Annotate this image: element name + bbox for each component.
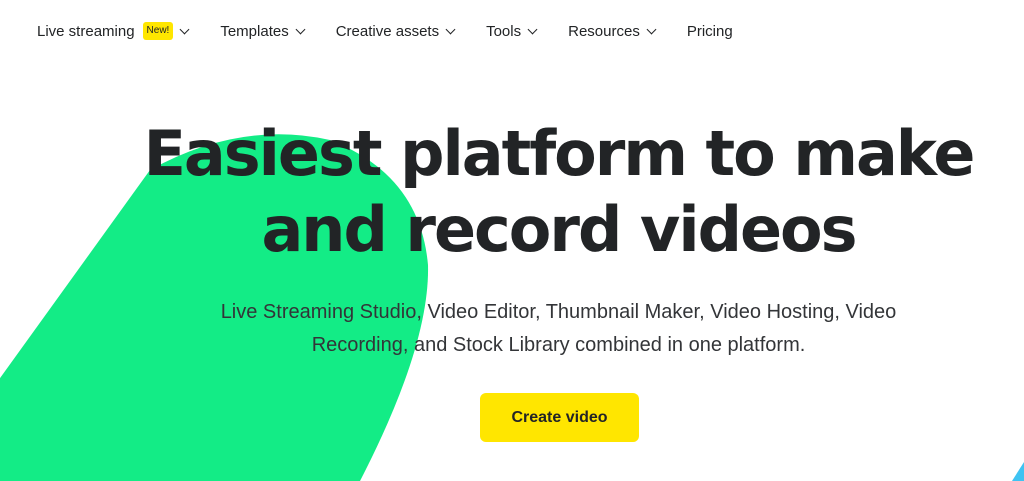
top-navigation: Live streaming New! Templates Creative a… bbox=[0, 0, 1024, 62]
nav-item-pricing[interactable]: Pricing bbox=[687, 23, 733, 40]
chevron-down-icon bbox=[295, 24, 306, 34]
page: Live streaming New! Templates Creative a… bbox=[0, 0, 1024, 481]
new-badge: New! bbox=[142, 22, 174, 40]
nav-item-label: Creative assets bbox=[335, 22, 440, 40]
create-video-button[interactable]: Create video bbox=[480, 393, 639, 442]
nav-item-resources[interactable]: Resources bbox=[568, 22, 657, 40]
nav-item-label: Templates bbox=[220, 22, 289, 40]
nav-item-label: Resources bbox=[568, 22, 640, 40]
hero-subtitle-line-1: Live Streaming Studio, Video Editor, Thu… bbox=[220, 301, 897, 323]
hero-title-line-2: and record videos bbox=[261, 193, 857, 266]
nav-item-tools[interactable]: Tools bbox=[486, 22, 538, 40]
hero-title-line-1: Easiest platform to make bbox=[143, 117, 976, 190]
nav-item-live-streaming[interactable]: Live streaming New! bbox=[37, 22, 190, 40]
chevron-down-icon bbox=[527, 24, 538, 34]
nav-item-label: Live streaming bbox=[37, 22, 135, 40]
nav-item-label: Pricing bbox=[686, 22, 733, 40]
chevron-down-icon bbox=[646, 24, 657, 34]
hero-subtitle-line-2: Recording, and Stock Library combined in… bbox=[311, 334, 806, 356]
chevron-down-icon bbox=[445, 24, 456, 34]
chevron-down-icon bbox=[179, 24, 190, 34]
nav-item-creative-assets[interactable]: Creative assets bbox=[335, 22, 456, 40]
hero-subtitle: Live Streaming Studio, Video Editor, Thu… bbox=[0, 296, 1024, 362]
nav-item-templates[interactable]: Templates bbox=[220, 22, 306, 40]
nav-item-label: Tools bbox=[486, 22, 522, 40]
hero-title: Easiest platform to make and record vide… bbox=[0, 116, 1024, 268]
blue-corner-shape bbox=[1012, 462, 1024, 481]
